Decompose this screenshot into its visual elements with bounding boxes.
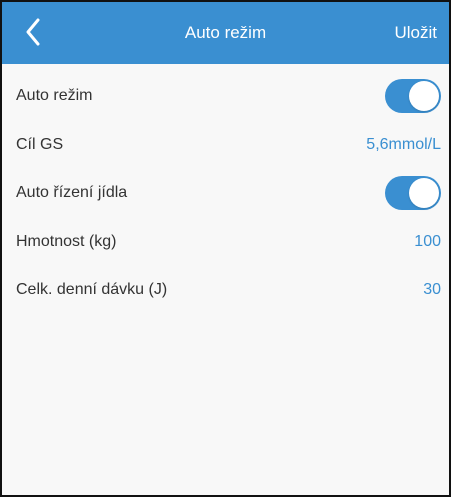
chevron-left-icon: [26, 18, 40, 46]
target-bg-row[interactable]: Cíl GS 5,6mmol/L: [2, 121, 449, 170]
target-bg-value[interactable]: 5,6mmol/L: [366, 136, 441, 154]
target-bg-label: Cíl GS: [16, 135, 64, 153]
auto-mode-toggle[interactable]: [385, 79, 441, 114]
toggle-knob: [409, 178, 439, 209]
save-button[interactable]: Uložit: [394, 2, 437, 64]
app-screen: Auto režim Uložit Auto režim Cíl GS 5,6m…: [0, 0, 451, 497]
back-button[interactable]: [16, 14, 50, 50]
auto-meal-label: Auto řízení jídla: [16, 184, 128, 202]
auto-meal-toggle[interactable]: [385, 176, 441, 211]
total-daily-dose-label: Celk. denní dávku (J): [16, 281, 168, 299]
navigation-bar: Auto režim Uložit: [2, 2, 449, 64]
settings-list: Auto režim Cíl GS 5,6mmol/L Auto řízení …: [2, 64, 449, 495]
weight-label: Hmotnost (kg): [16, 232, 117, 250]
total-daily-dose-value[interactable]: 30: [423, 281, 441, 299]
toggle-knob: [409, 81, 439, 112]
total-daily-dose-row[interactable]: Celk. denní dávku (J) 30: [2, 266, 449, 315]
page-title: Auto režim: [184, 23, 267, 42]
weight-row[interactable]: Hmotnost (kg) 100: [2, 218, 449, 267]
auto-mode-row: Auto režim: [2, 72, 449, 121]
auto-mode-label: Auto režim: [16, 87, 93, 105]
weight-value[interactable]: 100: [414, 233, 441, 251]
auto-meal-row: Auto řízení jídla: [2, 169, 449, 218]
